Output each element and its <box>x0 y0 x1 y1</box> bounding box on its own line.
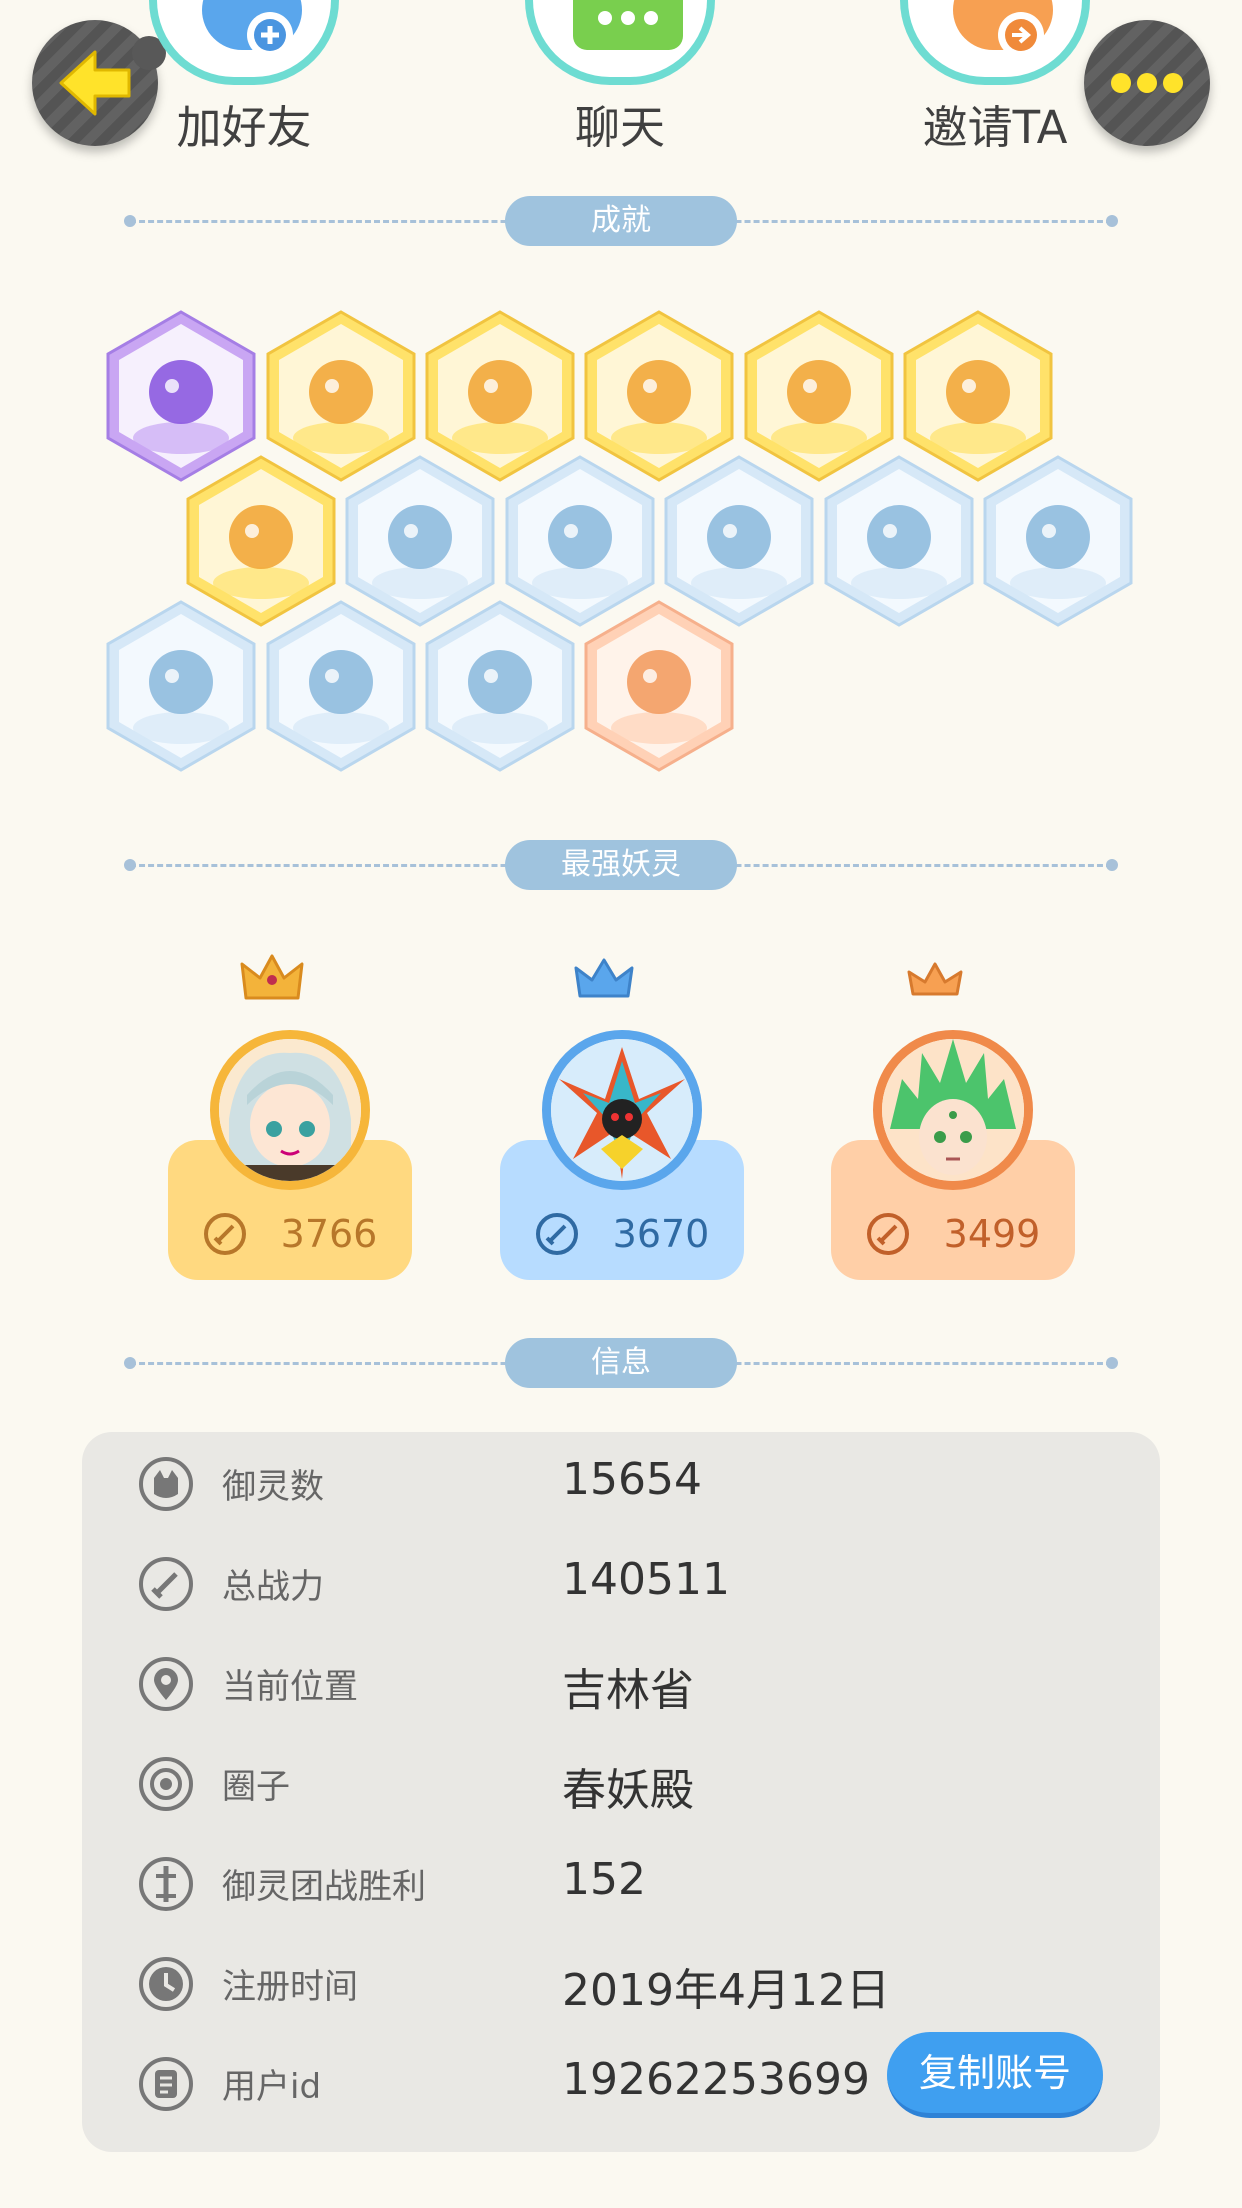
add-friend-label: 加好友 <box>176 101 312 154</box>
info-value: 春妖殿 <box>562 1765 694 1816</box>
strongest-divider: 最强妖灵 <box>124 840 1118 890</box>
invite-icon <box>900 0 1090 85</box>
chat-icon <box>525 0 715 85</box>
spirit-power: 3670 <box>612 1212 710 1256</box>
back-button[interactable] <box>32 20 166 146</box>
achievement-badge[interactable] <box>983 455 1133 627</box>
spirit-power: 3499 <box>943 1212 1041 1256</box>
info-value: 吉林省 <box>562 1665 694 1716</box>
copy-account-button[interactable]: 复制账号 <box>887 2032 1103 2118</box>
spirit-avatar <box>873 1030 1033 1190</box>
invite-label: 邀请TA <box>922 101 1068 154</box>
chat-action[interactable]: 聊天 <box>525 0 715 156</box>
achievement-badge[interactable] <box>266 600 416 772</box>
clock-icon <box>139 1957 193 2011</box>
spirit-card[interactable]: 3499 <box>831 950 1075 1280</box>
info-divider: 信息 <box>124 1338 1118 1388</box>
blue-crown-icon <box>574 958 634 998</box>
info-label: 用户id <box>222 2067 322 2107</box>
achievement-badge[interactable] <box>425 600 575 772</box>
orange-crown-icon <box>907 962 963 996</box>
info-value: 140511 <box>562 1554 730 1605</box>
sword-power-icon <box>203 1213 246 1255</box>
info-title: 信息 <box>505 1338 737 1388</box>
info-value: 15654 <box>562 1454 702 1505</box>
info-label: 御灵团战胜利 <box>222 1867 426 1907</box>
horned-monster-icon <box>266 600 416 772</box>
gold-crown-icon <box>240 954 304 1000</box>
add-friend-icon <box>149 0 339 85</box>
info-label: 总战力 <box>222 1567 324 1607</box>
chat-label: 聊天 <box>574 101 665 154</box>
add-friend-action[interactable]: 加好友 <box>149 0 339 156</box>
info-label: 御灵数 <box>222 1467 324 1507</box>
spirit-count-icon <box>139 1457 193 1511</box>
team-battle-icon <box>139 1857 193 1911</box>
spirit-card[interactable]: 3670 <box>500 950 744 1280</box>
location-pin-icon <box>139 1657 193 1711</box>
more-button[interactable] <box>1084 20 1210 146</box>
cat-balloon-icon <box>824 455 974 627</box>
cat-stroller-icon <box>584 600 734 772</box>
invite-action[interactable]: 邀请TA <box>900 0 1090 156</box>
info-label: 当前位置 <box>222 1667 358 1707</box>
info-panel: 御灵数 15654 总战力 140511 当前位置 吉林省 圈子 春妖殿 御灵团… <box>82 1432 1160 2152</box>
shield-icon <box>106 600 256 772</box>
info-label: 注册时间 <box>222 1967 358 2007</box>
more-dots-icon <box>1111 73 1183 93</box>
spirit-avatar <box>542 1030 702 1190</box>
info-value: 152 <box>562 1854 646 1905</box>
achievements-divider: 成就 <box>124 196 1118 246</box>
ghost-cat-icon <box>425 600 575 772</box>
info-row-circle: 圈子 春妖殿 <box>82 1732 1160 1832</box>
sword-power-icon <box>535 1213 578 1255</box>
achievements-title: 成就 <box>505 196 737 246</box>
koi-fish-icon <box>983 455 1133 627</box>
achievement-badge[interactable] <box>106 600 256 772</box>
info-row-spirit-count: 御灵数 15654 <box>82 1432 1160 1532</box>
circle-group-icon <box>139 1757 193 1811</box>
info-row-register-time: 注册时间 2019年4月12日 <box>82 1932 1160 2032</box>
info-row-location: 当前位置 吉林省 <box>82 1632 1160 1732</box>
spirit-power: 3766 <box>280 1212 378 1256</box>
info-row-team-battle: 御灵团战胜利 152 <box>82 1832 1160 1932</box>
back-arrow-icon <box>59 50 131 116</box>
info-label: 圈子 <box>222 1767 290 1807</box>
sword-power-icon <box>139 1557 193 1611</box>
info-row-total-power: 总战力 140511 <box>82 1532 1160 1632</box>
info-value: 19262253699 <box>562 2054 870 2105</box>
sword-power-icon <box>866 1213 909 1255</box>
strongest-title: 最强妖灵 <box>505 840 737 890</box>
achievement-badge[interactable] <box>584 600 734 772</box>
achievement-badge[interactable] <box>824 455 974 627</box>
spirit-card[interactable]: 3766 <box>168 950 412 1280</box>
spirit-avatar <box>210 1030 370 1190</box>
id-card-icon <box>139 2057 193 2111</box>
info-value: 2019年4月12日 <box>562 1965 890 2016</box>
